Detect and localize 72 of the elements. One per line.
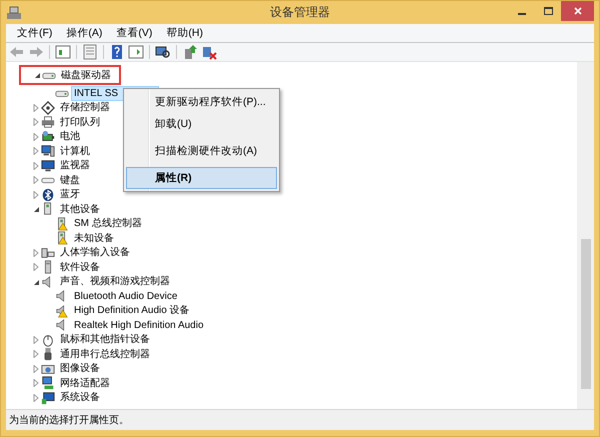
properties-icon[interactable] — [82, 44, 98, 60]
device-icon — [41, 376, 55, 390]
tree-item[interactable]: 打印队列 — [58, 116, 102, 129]
device-icon — [41, 100, 55, 115]
device-icon — [41, 246, 55, 260]
menu-item[interactable]: 属性(R) — [126, 167, 277, 189]
expand-arrow-icon[interactable] — [33, 394, 39, 402]
menu-item[interactable]: 帮助(H) — [159, 26, 210, 40]
menu-item[interactable]: 操作(A) — [59, 26, 110, 40]
close-icon — [574, 7, 582, 15]
device-icon — [41, 115, 55, 130]
tree-item[interactable]: 蓝牙 — [58, 188, 82, 202]
tree-item[interactable]: 声音、视频和游戏控制器 — [58, 275, 172, 288]
update-driver-icon[interactable] — [182, 44, 198, 60]
expand-arrow-icon[interactable] — [33, 263, 39, 272]
device-icon — [41, 390, 55, 405]
menu-item[interactable]: 扫描检测硬件改动(A) — [126, 140, 277, 167]
uninstall-icon[interactable] — [201, 44, 217, 60]
panel-icon[interactable] — [128, 44, 144, 60]
device-manager-icon — [6, 6, 22, 20]
help-icon[interactable] — [109, 44, 125, 60]
tree-item[interactable]: 通用串行总线控制器 — [58, 348, 152, 361]
panel-icon[interactable] — [55, 44, 71, 60]
tree-item[interactable]: 存储控制器 — [58, 101, 112, 114]
scan-icon[interactable] — [155, 44, 171, 60]
expand-arrow-icon[interactable] — [33, 336, 39, 344]
device-icon — [41, 158, 55, 173]
device-icon — [41, 144, 55, 158]
expand-arrow-icon[interactable] — [33, 190, 39, 199]
tree-item[interactable]: 网络适配器 — [58, 376, 112, 390]
expand-arrow-icon[interactable] — [33, 350, 39, 358]
tree-item[interactable]: 鼠标和其他指针设备 — [58, 333, 152, 346]
expand-arrow-icon[interactable] — [33, 147, 39, 156]
expand-arrow-icon[interactable] — [33, 162, 39, 170]
collapse-arrow-icon[interactable] — [34, 71, 40, 79]
expand-arrow-icon[interactable] — [33, 379, 39, 388]
maximize-icon — [544, 7, 552, 15]
tree-item[interactable]: 人体学输入设备 — [58, 246, 132, 260]
tree-item[interactable]: 未知设备 — [72, 232, 116, 245]
status-text: 为当前的选择打开属性页。 — [9, 414, 129, 427]
tree-item[interactable]: 电池 — [58, 130, 82, 144]
expand-arrow-icon[interactable] — [33, 176, 39, 184]
expand-arrow-icon[interactable] — [33, 248, 39, 257]
scrollbar[interactable] — [577, 62, 594, 409]
collapse-arrow-icon[interactable] — [33, 205, 39, 214]
forward-icon[interactable] — [28, 44, 44, 60]
tree-item[interactable]: 键盘 — [58, 174, 82, 187]
expand-arrow-icon[interactable] — [33, 118, 39, 126]
menu-item[interactable]: 卸载(U) — [126, 113, 277, 140]
expand-arrow-icon[interactable] — [33, 364, 39, 373]
menu-item[interactable]: 查看(V) — [109, 26, 160, 40]
device-icon — [41, 332, 55, 347]
window-title: 设备管理器 — [270, 4, 330, 21]
expand-arrow-icon[interactable] — [33, 104, 39, 112]
tree-item[interactable]: High Definition Audio 设备 — [72, 304, 192, 318]
tree-item[interactable]: 其他设备 — [58, 202, 102, 216]
tree-item[interactable]: 软件设备 — [58, 260, 102, 274]
tree-item[interactable]: 图像设备 — [58, 362, 102, 376]
device-icon — [41, 188, 55, 202]
tree-item[interactable]: SM 总线控制器 — [72, 217, 144, 230]
tree-item[interactable]: 系统设备 — [58, 391, 102, 404]
tree-item[interactable]: 磁盘驱动器 — [59, 68, 113, 82]
tree-item[interactable]: 计算机 — [58, 144, 92, 158]
close-button[interactable] — [561, 1, 594, 21]
tree-item[interactable]: Realtek High Definition Audio — [72, 318, 206, 332]
expand-arrow-icon[interactable] — [33, 132, 39, 141]
collapse-arrow-icon[interactable] — [33, 278, 39, 286]
tree-item[interactable]: 监视器 — [58, 159, 92, 172]
back-icon[interactable] — [9, 44, 25, 60]
menu-item[interactable]: 文件(F) — [10, 26, 60, 40]
device-icon — [41, 130, 55, 144]
tree-item[interactable]: Bluetooth Audio Device — [72, 290, 180, 303]
